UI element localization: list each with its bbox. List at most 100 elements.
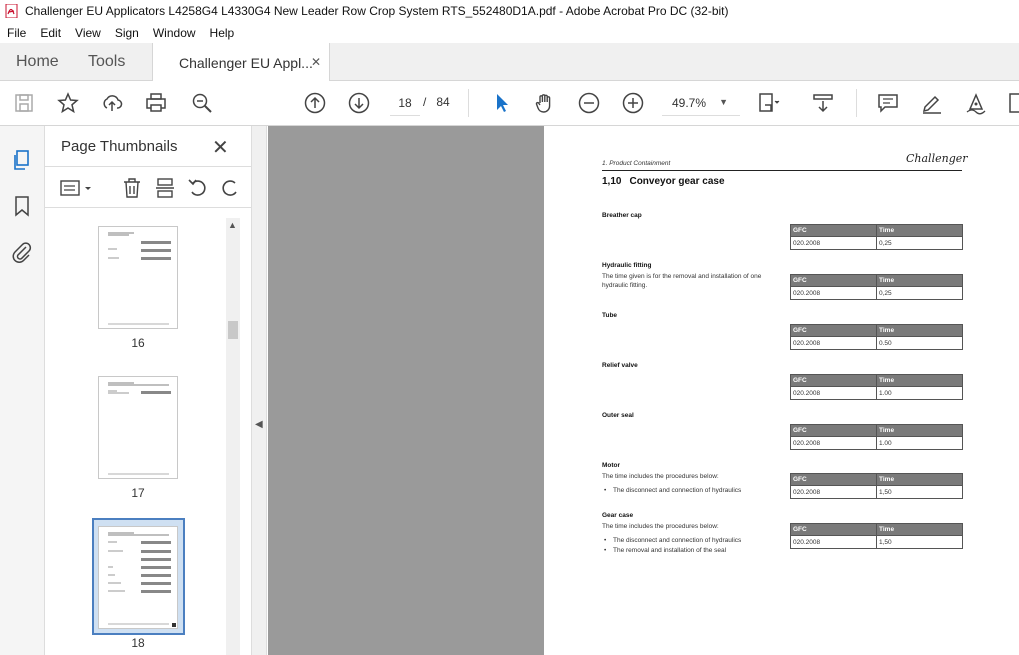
item-bullets: The disconnect and connection of hydraul… bbox=[602, 536, 777, 556]
rotate-clockwise-icon[interactable] bbox=[219, 177, 241, 199]
bookmark-star-icon[interactable] bbox=[56, 91, 80, 115]
time-value: 1.00 bbox=[876, 436, 963, 450]
gfc-header: GFC bbox=[790, 473, 877, 486]
toolbar-divider bbox=[468, 89, 469, 117]
gfc-header: GFC bbox=[790, 324, 877, 337]
document-canvas[interactable]: 1. Product Containment Challenger 1,10 Co… bbox=[268, 126, 1019, 655]
menu-sign[interactable]: Sign bbox=[108, 26, 146, 40]
page-count: / 84 bbox=[423, 95, 450, 109]
gfc-header: GFC bbox=[790, 374, 877, 387]
time-header: Time bbox=[876, 374, 963, 387]
time-header: Time bbox=[876, 424, 963, 437]
previous-page-icon[interactable] bbox=[303, 91, 327, 115]
time-table: GFC Time 020.2008 1,50 bbox=[790, 523, 963, 549]
thumbnail-label: 18 bbox=[131, 636, 145, 650]
tab-home[interactable]: Home bbox=[16, 43, 59, 81]
page-number-input[interactable]: 18 bbox=[390, 90, 420, 116]
bullet-item: The disconnect and connection of hydraul… bbox=[602, 486, 777, 496]
time-value: 1,50 bbox=[876, 535, 963, 549]
time-value: 0.50 bbox=[876, 336, 963, 350]
delete-page-icon[interactable] bbox=[121, 177, 143, 199]
acrobat-icon bbox=[5, 3, 19, 19]
scroll-up-icon[interactable]: ▲ bbox=[228, 220, 237, 230]
navigation-rail bbox=[0, 126, 45, 655]
zoom-value: 49.7% bbox=[672, 95, 707, 110]
gfc-header: GFC bbox=[790, 274, 877, 287]
attachments-icon[interactable] bbox=[10, 240, 34, 264]
collapse-panel-icon[interactable]: ◀ bbox=[255, 419, 263, 430]
window-title: Challenger EU Applicators L4258G4 L4330G… bbox=[25, 4, 729, 18]
time-value: 0,25 bbox=[876, 236, 963, 250]
menu-edit[interactable]: Edit bbox=[33, 26, 68, 40]
menu-view[interactable]: View bbox=[68, 26, 108, 40]
gfc-header: GFC bbox=[790, 424, 877, 437]
time-table: GFC Time 020.2008 0,25 bbox=[790, 224, 963, 250]
menu-bar: File Edit View Sign Window Help bbox=[0, 22, 1019, 43]
extract-page-icon[interactable] bbox=[154, 177, 176, 199]
options-menu-icon[interactable] bbox=[59, 177, 91, 199]
save-icon[interactable] bbox=[12, 91, 36, 115]
gfc-value: 020.2008 bbox=[790, 236, 877, 250]
time-header: Time bbox=[876, 324, 963, 337]
chevron-down-icon: ▼ bbox=[719, 97, 728, 107]
zoom-in-icon[interactable] bbox=[621, 91, 645, 115]
time-header: Time bbox=[876, 523, 963, 536]
comment-icon[interactable] bbox=[876, 91, 900, 115]
page-fit-icon[interactable] bbox=[756, 91, 780, 115]
tab-document[interactable]: Challenger EU Appl... ✕ bbox=[152, 43, 330, 82]
gfc-value: 020.2008 bbox=[790, 535, 877, 549]
menu-window[interactable]: Window bbox=[146, 26, 203, 40]
toolbar-divider bbox=[856, 89, 857, 117]
panel-title: Page Thumbnails bbox=[61, 138, 178, 155]
select-cursor-icon[interactable] bbox=[490, 91, 514, 115]
title-bar: Challenger EU Applicators L4258G4 L4330G… bbox=[0, 0, 1019, 22]
item-title: Breather cap bbox=[602, 212, 642, 219]
zoom-select[interactable]: 49.7% ▼ bbox=[662, 90, 740, 116]
upload-icon[interactable] bbox=[100, 91, 124, 115]
thumbnail-page-16[interactable] bbox=[98, 226, 178, 329]
rotate-counterclockwise-icon[interactable] bbox=[187, 177, 209, 199]
time-header: Time bbox=[876, 224, 963, 237]
bullet-item: The removal and installation of the seal bbox=[602, 546, 777, 556]
thumbnail-page-18[interactable] bbox=[98, 526, 178, 629]
item-title: Hydraulic fitting bbox=[602, 262, 652, 269]
tab-document-label: Challenger EU Appl... bbox=[179, 54, 313, 71]
item-title: Tube bbox=[602, 312, 618, 319]
next-page-icon[interactable] bbox=[347, 91, 371, 115]
gfc-value: 020.2008 bbox=[790, 436, 877, 450]
sign-pen-icon[interactable] bbox=[964, 91, 988, 115]
time-header: Time bbox=[876, 473, 963, 486]
scroll-mode-icon[interactable] bbox=[811, 91, 835, 115]
thumbnail-scrollbar[interactable]: ▲ bbox=[226, 218, 240, 655]
thumbnail-toolbar bbox=[45, 166, 252, 208]
tab-bar: Home Tools Challenger EU Appl... ✕ bbox=[0, 43, 1019, 82]
time-table: GFC Time 020.2008 0.50 bbox=[790, 324, 963, 350]
highlight-pen-icon[interactable] bbox=[920, 91, 944, 115]
zoom-search-icon[interactable] bbox=[190, 91, 214, 115]
gfc-value: 020.2008 bbox=[790, 485, 877, 499]
thumbnail-page-17[interactable] bbox=[98, 376, 178, 479]
zoom-out-icon[interactable] bbox=[577, 91, 601, 115]
page-thumbnails-icon[interactable] bbox=[10, 148, 34, 172]
hand-tool-icon[interactable] bbox=[533, 91, 557, 115]
item-bullets: The disconnect and connection of hydraul… bbox=[602, 486, 777, 496]
bullet-item: The disconnect and connection of hydraul… bbox=[602, 536, 777, 546]
menu-help[interactable]: Help bbox=[203, 26, 242, 40]
gfc-header: GFC bbox=[790, 523, 877, 536]
more-tools-icon[interactable] bbox=[1006, 91, 1019, 115]
panel-splitter[interactable]: ◀ bbox=[252, 126, 267, 655]
bookmarks-icon[interactable] bbox=[10, 194, 34, 218]
tab-tools[interactable]: Tools bbox=[88, 43, 125, 81]
time-value: 0,25 bbox=[876, 286, 963, 300]
print-icon[interactable] bbox=[144, 91, 168, 115]
close-tab-icon[interactable]: ✕ bbox=[311, 55, 321, 69]
menu-file[interactable]: File bbox=[0, 26, 33, 40]
close-panel-icon[interactable]: ✕ bbox=[212, 135, 229, 160]
item-title: Outer seal bbox=[602, 412, 634, 419]
item-description: The time includes the procedures below: bbox=[602, 473, 719, 480]
scrollbar-thumb[interactable] bbox=[228, 321, 238, 339]
item-title: Gear case bbox=[602, 512, 634, 519]
time-value: 1.00 bbox=[876, 386, 963, 400]
time-table: GFC Time 020.2008 1.00 bbox=[790, 374, 963, 400]
challenger-logo: Challenger bbox=[906, 152, 968, 165]
